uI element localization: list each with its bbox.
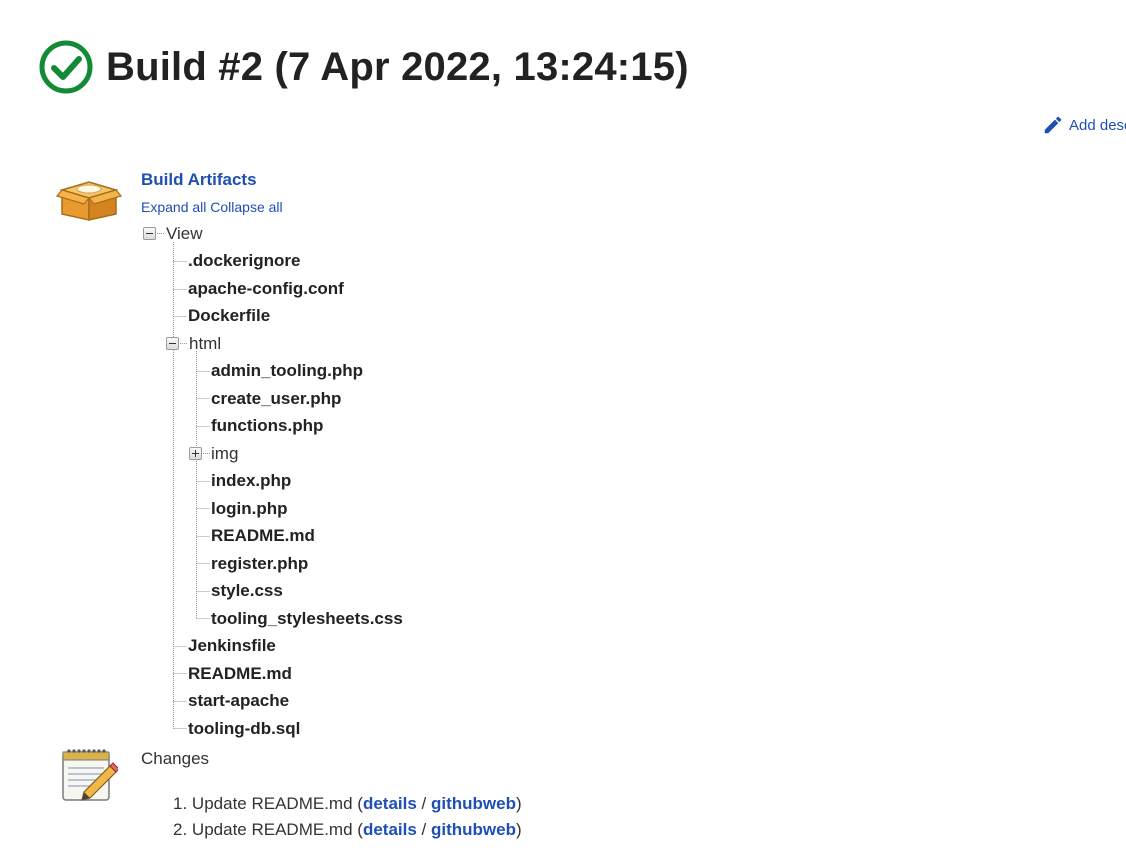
- page-title: Build #2 (7 Apr 2022, 13:24:15): [106, 44, 689, 89]
- page-header: Build #2 (7 Apr 2022, 13:24:15): [38, 38, 689, 96]
- tree-folder-img[interactable]: img: [211, 443, 238, 465]
- link-separator: /: [421, 820, 427, 839]
- tree-file-tooling-stylesheets[interactable]: tooling_stylesheets.css: [211, 608, 403, 630]
- change-number: 1.: [173, 794, 188, 813]
- change-details-link[interactable]: details: [363, 794, 417, 813]
- tree-file-dockerfile[interactable]: Dockerfile: [188, 305, 270, 327]
- tree-folder-html[interactable]: html: [189, 333, 221, 355]
- tree-file-dockerignore[interactable]: .dockerignore: [188, 250, 300, 272]
- change-item: 1. Update README.md (details / githubweb…: [173, 794, 522, 813]
- tree-file-register[interactable]: register.php: [211, 553, 308, 575]
- add-description-link[interactable]: Add description: [1042, 114, 1126, 136]
- tree-file-login[interactable]: login.php: [211, 498, 287, 520]
- tree-node-view[interactable]: View: [166, 223, 203, 245]
- change-githubweb-link[interactable]: githubweb: [431, 820, 516, 839]
- tree-file-apache-config[interactable]: apache-config.conf: [188, 278, 344, 300]
- change-githubweb-link[interactable]: githubweb: [431, 794, 516, 813]
- build-artifacts-link[interactable]: Build Artifacts: [141, 170, 257, 190]
- collapse-all-link[interactable]: Collapse all: [210, 199, 282, 215]
- changes-list: 1. Update README.md (details / githubweb…: [173, 792, 522, 844]
- expand-collapse-links: Expand all Collapse all: [141, 199, 283, 215]
- expand-all-link[interactable]: Expand all: [141, 199, 206, 215]
- tree-file-style-css[interactable]: style.css: [211, 580, 283, 602]
- change-message: Update README.md: [191, 820, 353, 839]
- tree-file-index[interactable]: index.php: [211, 470, 291, 492]
- change-number: 2.: [173, 820, 188, 839]
- pencil-icon: [1044, 116, 1062, 134]
- tree-file-admin-tooling[interactable]: admin_tooling.php: [211, 360, 363, 382]
- tree-toggle-html-collapse[interactable]: [166, 337, 179, 350]
- tree-file-readme-root[interactable]: README.md: [188, 663, 292, 685]
- change-item: 2. Update README.md (details / githubweb…: [173, 820, 522, 839]
- add-description-label: Add description: [1069, 116, 1126, 134]
- tree-toggle-img-expand[interactable]: [189, 447, 202, 460]
- change-message: Update README.md: [191, 794, 353, 813]
- tree-toggle-view-collapse[interactable]: [143, 227, 156, 240]
- tree-file-create-user[interactable]: create_user.php: [211, 388, 341, 410]
- tree-file-functions[interactable]: functions.php: [211, 415, 323, 437]
- tree-connector-lines: [157, 233, 210, 729]
- notepad-pencil-icon: [62, 749, 118, 801]
- change-details-link[interactable]: details: [363, 820, 417, 839]
- success-check-circle-icon: [39, 40, 93, 94]
- tree-file-tooling-db[interactable]: tooling-db.sql: [188, 718, 300, 740]
- changes-title: Changes: [141, 749, 210, 768]
- package-box-icon: [56, 181, 122, 221]
- link-separator: /: [421, 794, 427, 813]
- tree-file-readme-html[interactable]: README.md: [211, 525, 315, 547]
- tree-file-start-apache[interactable]: start-apache: [188, 690, 289, 712]
- tree-file-jenkinsfile[interactable]: Jenkinsfile: [188, 635, 276, 657]
